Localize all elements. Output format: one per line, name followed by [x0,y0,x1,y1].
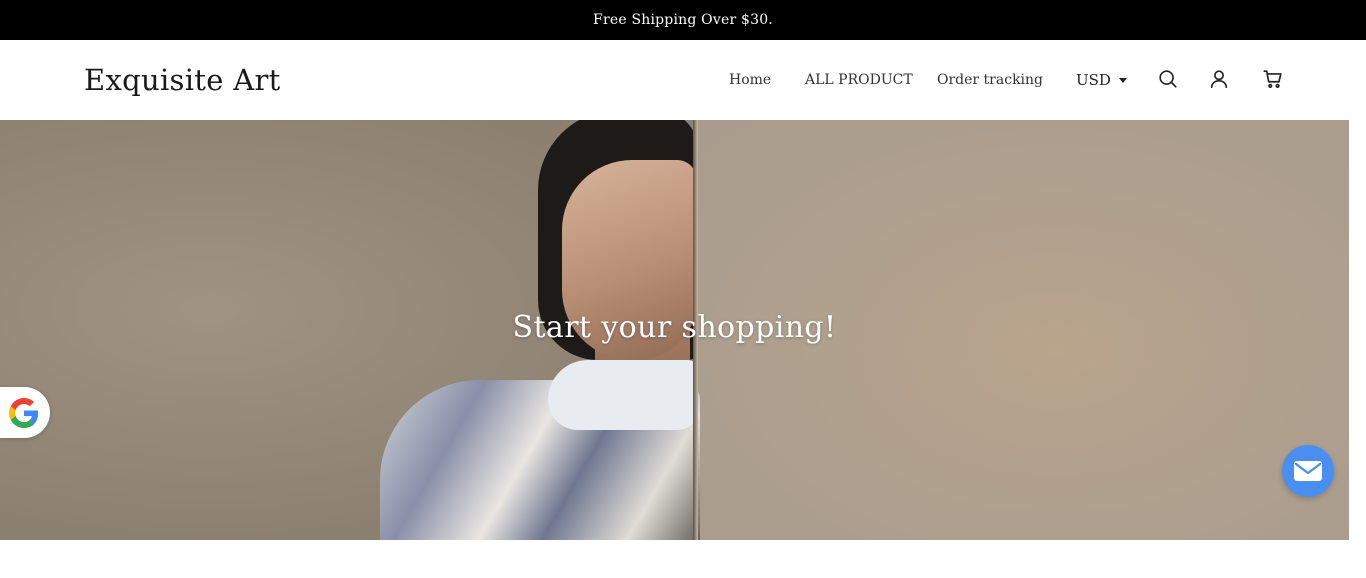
nav-link-all-product[interactable]: ALL PRODUCT [805,71,913,89]
search-icon[interactable] [1157,68,1179,90]
currency-selector[interactable]: USD [1076,70,1127,90]
contact-mail-button[interactable] [1282,445,1334,497]
google-badge[interactable] [0,387,50,438]
announcement-bar: Free Shipping Over $30. [0,0,1366,40]
hero-banner[interactable]: Start your shopping! [0,120,1349,540]
nav-link-home[interactable]: Home [729,71,771,89]
mail-icon [1294,461,1322,481]
google-icon [9,397,39,428]
user-icon[interactable] [1208,68,1230,90]
caret-down-icon [1118,78,1127,83]
hero-title: Start your shopping! [512,310,837,345]
announcement-text: Free Shipping Over $30. [593,12,773,28]
currency-label: USD [1076,71,1111,89]
nav-link-order-tracking[interactable]: Order tracking [937,71,1043,89]
site-logo[interactable]: Exquisite Art [84,62,281,98]
cart-icon[interactable] [1262,68,1284,90]
